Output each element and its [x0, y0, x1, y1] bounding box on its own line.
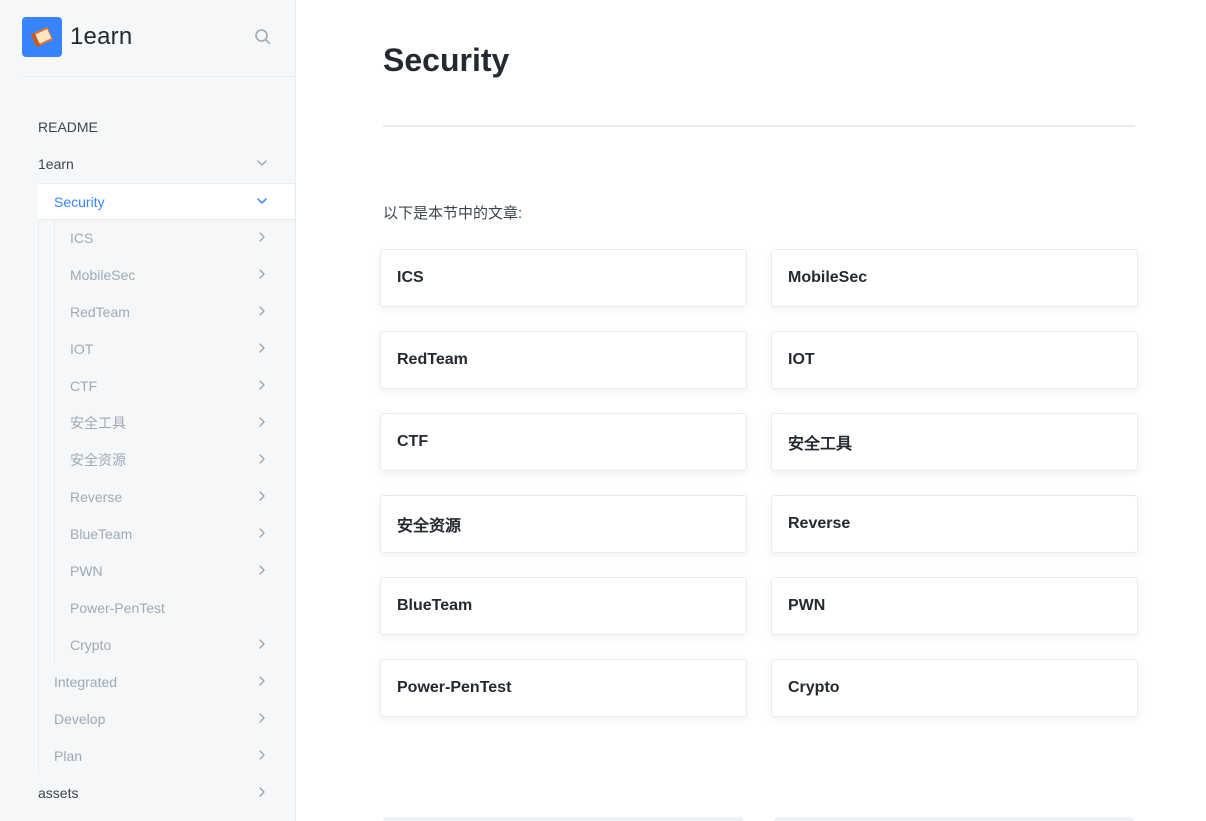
chevron-right-icon[interactable]: [254, 784, 270, 800]
sidebar-item[interactable]: Integrated: [54, 663, 295, 700]
article-card[interactable]: Power-PenTest: [380, 659, 747, 717]
sidebar: 1earn README 1earn Security ICS MobileSec Red…: [0, 0, 296, 821]
sidebar-item-label: MobileSec: [70, 266, 136, 283]
article-card-title: ICS: [397, 269, 424, 286]
sidebar-item[interactable]: Power-PenTest: [70, 589, 295, 626]
page-title: Security: [383, 42, 510, 78]
sidebar-item[interactable]: MobileSec: [70, 256, 295, 293]
sidebar-item-label: ICS: [70, 229, 94, 246]
page-footer-edge: [383, 817, 743, 821]
article-card-title: MobileSec: [788, 269, 868, 286]
chevron-right-icon[interactable]: [254, 303, 270, 319]
chevron-right-icon[interactable]: [254, 266, 270, 282]
search-icon[interactable]: [253, 27, 273, 47]
article-card[interactable]: Crypto: [771, 659, 1138, 717]
chevron-right-icon[interactable]: [254, 525, 270, 541]
article-card-title: Reverse: [788, 515, 851, 532]
sidebar-item-label: Integrated: [54, 673, 118, 690]
article-card-title: Crypto: [788, 679, 840, 696]
article-card[interactable]: CTF: [380, 413, 747, 471]
chevron-right-icon[interactable]: [254, 451, 270, 467]
article-card[interactable]: 安全资源: [380, 495, 747, 553]
chevron-right-icon[interactable]: [254, 488, 270, 504]
sidebar-item[interactable]: Plan: [54, 737, 295, 774]
sidebar-item-label: Plan: [54, 747, 83, 764]
sidebar-item[interactable]: 安全资源: [70, 441, 295, 478]
nav-tree-line: [38, 183, 39, 775]
chevron-down-icon[interactable]: [254, 155, 270, 171]
sidebar-item[interactable]: Security: [38, 183, 295, 220]
chevron-right-icon[interactable]: [254, 562, 270, 578]
sidebar-item[interactable]: Crypto: [70, 626, 295, 663]
sidebar-item-label: Crypto: [70, 636, 112, 653]
sidebar-item-label: Power-PenTest: [70, 599, 165, 616]
article-card[interactable]: Reverse: [771, 495, 1138, 553]
brand[interactable]: 1earn: [22, 17, 132, 57]
sidebar-item[interactable]: ICS: [70, 219, 295, 256]
article-card-title: CTF: [397, 433, 429, 450]
sidebar-item-label: 安全工具: [70, 414, 126, 431]
sidebar-item[interactable]: assets: [38, 774, 295, 811]
sidebar-item-label: 安全资源: [70, 451, 126, 468]
chevron-right-icon[interactable]: [254, 377, 270, 393]
sidebar-item-label: Reverse: [70, 488, 123, 505]
article-card[interactable]: ICS: [380, 249, 747, 307]
book-icon: [22, 17, 62, 57]
sidebar-item-label: README: [38, 118, 98, 135]
brand-divider: [22, 76, 295, 77]
sidebar-item[interactable]: BlueTeam: [70, 515, 295, 552]
sidebar-item-label: IOT: [70, 340, 94, 357]
title-divider: [383, 125, 1135, 127]
sidebar-item[interactable]: Reverse: [70, 478, 295, 515]
brand-name: 1earn: [70, 23, 133, 50]
sidebar-item-label: 1earn: [38, 155, 74, 172]
article-card[interactable]: 安全工具: [771, 413, 1138, 471]
sidebar-item[interactable]: 安全工具: [70, 404, 295, 441]
chevron-right-icon[interactable]: [254, 636, 270, 652]
sidebar-item-label: PWN: [70, 562, 103, 579]
sidebar-item-label: BlueTeam: [70, 525, 133, 542]
article-card-title: IOT: [788, 351, 815, 368]
article-card-title: Power-PenTest: [397, 679, 512, 696]
chevron-right-icon[interactable]: [254, 710, 270, 726]
sidebar-item-label: CTF: [70, 377, 98, 394]
article-card-title: PWN: [788, 597, 826, 614]
nav-tree-line: [54, 220, 55, 664]
article-card-title: 安全工具: [788, 436, 853, 453]
article-card-title: BlueTeam: [397, 597, 473, 614]
sidebar-item-label: Security: [54, 193, 105, 210]
chevron-right-icon[interactable]: [254, 747, 270, 763]
sidebar-item[interactable]: README: [38, 108, 295, 145]
article-card-title: RedTeam: [397, 351, 468, 368]
sidebar-item[interactable]: 1earn: [38, 145, 295, 182]
sidebar-item[interactable]: PWN: [70, 552, 295, 589]
page-footer-edge: [774, 817, 1134, 821]
sidebar-item[interactable]: IOT: [70, 330, 295, 367]
sidebar-item[interactable]: CTF: [70, 367, 295, 404]
chevron-right-icon[interactable]: [254, 340, 270, 356]
article-card[interactable]: BlueTeam: [380, 577, 747, 635]
chevron-right-icon[interactable]: [254, 673, 270, 689]
sidebar-item[interactable]: RedTeam: [70, 293, 295, 330]
sidebar-item-label: assets: [38, 784, 79, 801]
sidebar-item-label: RedTeam: [70, 303, 130, 320]
section-intro: 以下是本节中的文章:: [383, 205, 523, 222]
sidebar-item-label: Develop: [54, 710, 106, 727]
article-card[interactable]: MobileSec: [771, 249, 1138, 307]
chevron-right-icon[interactable]: [254, 414, 270, 430]
sidebar-item[interactable]: Develop: [54, 700, 295, 737]
article-card-title: 安全资源: [397, 518, 462, 535]
article-card[interactable]: RedTeam: [380, 331, 747, 389]
chevron-right-icon[interactable]: [254, 229, 270, 245]
article-card[interactable]: PWN: [771, 577, 1138, 635]
chevron-down-icon[interactable]: [254, 193, 270, 209]
article-card[interactable]: IOT: [771, 331, 1138, 389]
